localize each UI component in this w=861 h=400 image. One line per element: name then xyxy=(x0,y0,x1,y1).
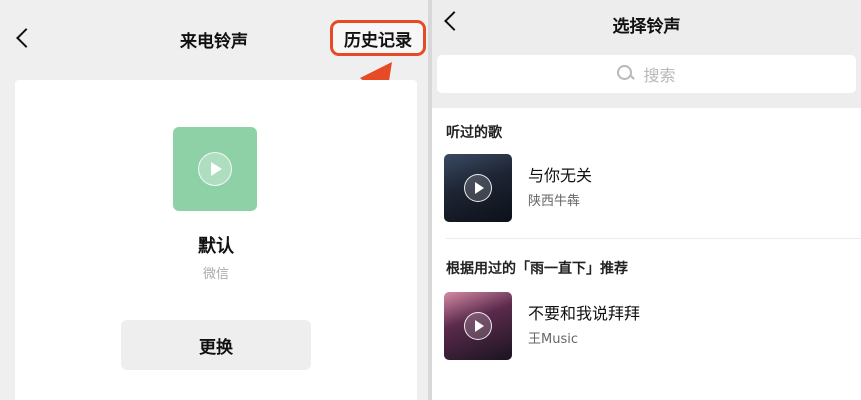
play-icon xyxy=(198,152,232,186)
section-title-listened: 听过的歌 xyxy=(446,125,502,141)
search-placeholder: 搜索 xyxy=(643,66,676,85)
ringtone-cover[interactable] xyxy=(173,127,257,211)
play-icon xyxy=(464,312,492,340)
ringtone-name: 默认 xyxy=(198,236,234,257)
play-icon xyxy=(464,174,492,202)
page-title: 选择铃声 xyxy=(612,17,681,37)
ringtone-source: 微信 xyxy=(202,267,229,282)
song-cover[interactable] xyxy=(444,292,512,360)
song-artist: 陕西牛犇 xyxy=(528,194,581,209)
song-artist: 王Music xyxy=(528,332,578,347)
song-cover[interactable] xyxy=(444,154,512,222)
change-button-label: 更换 xyxy=(199,337,233,358)
list-item[interactable]: 与你无关 陕西牛犇 xyxy=(432,148,861,228)
section-title-recommended: 根据用过的「雨一直下」推荐 xyxy=(446,261,628,277)
search-icon xyxy=(617,65,635,83)
ringtone-list: 听过的歌 与你无关 陕西牛犇 根据用过的「雨一直下」推荐 不要和我说拜拜 王Mu… xyxy=(432,108,861,400)
ringtone-settings-panel: 来电铃声 历史记录 默认 微信 更换 xyxy=(0,0,428,400)
song-title: 不要和我说拜拜 xyxy=(528,304,641,323)
current-ringtone-card: 默认 微信 更换 xyxy=(15,80,417,400)
list-item[interactable]: 不要和我说拜拜 王Music xyxy=(432,286,861,366)
history-button-label: 历史记录 xyxy=(344,30,412,51)
song-title: 与你无关 xyxy=(528,166,593,185)
select-ringtone-panel: 选择铃声 搜索 听过的歌 与你无关 陕西牛犇 根据用过的「雨一直下」推荐 不要和… xyxy=(432,0,861,400)
change-button[interactable]: 更换 xyxy=(121,320,311,370)
search-input[interactable]: 搜索 xyxy=(437,55,856,93)
row-divider xyxy=(446,238,861,239)
